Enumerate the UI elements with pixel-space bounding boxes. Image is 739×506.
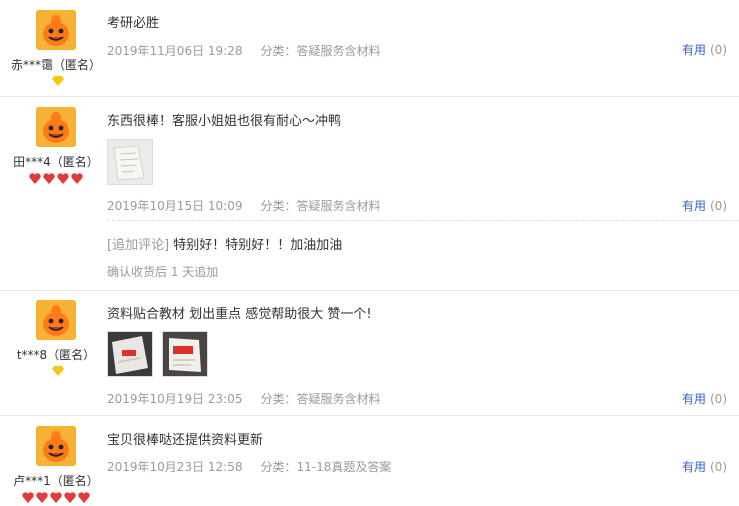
reviewer-name: 卢***1（匿名） bbox=[13, 474, 99, 488]
append-tag: [追加评论] bbox=[107, 238, 170, 253]
reviewer-name: 赤***霭（匿名） bbox=[10, 58, 101, 72]
diamond-icon bbox=[52, 76, 64, 86]
reviewer-name: t***8（匿名） bbox=[16, 348, 96, 362]
review-item: t***8（匿名） 资料贴合教材 划出重点 感觉帮助很大 赞一个! 2019年1… bbox=[0, 291, 739, 416]
append-divider bbox=[107, 220, 739, 221]
review-category: 分类：答疑服务含材料 bbox=[260, 392, 381, 406]
review-category: 分类：答疑服务含材料 bbox=[260, 44, 381, 58]
heart-icon bbox=[22, 492, 34, 503]
review-category: 分类：11-18真题及答案 bbox=[260, 460, 392, 474]
avatar[interactable] bbox=[36, 426, 76, 466]
append-review: [追加评论] 特别好！特别好！！加油加油 bbox=[107, 234, 342, 253]
mascot-icon bbox=[36, 10, 76, 50]
heart-icon bbox=[50, 492, 62, 503]
useful-count: (0) bbox=[710, 199, 727, 213]
useful-button[interactable]: 有用 (0) bbox=[682, 41, 727, 58]
review-text: 资料贴合教材 划出重点 感觉帮助很大 赞一个! bbox=[107, 307, 372, 322]
heart-icon bbox=[43, 173, 55, 184]
review-category: 分类：答疑服务含材料 bbox=[260, 199, 381, 213]
useful-label[interactable]: 有用 bbox=[682, 460, 706, 474]
useful-label[interactable]: 有用 bbox=[682, 392, 706, 406]
append-text: 特别好！特别好！！加油加油 bbox=[169, 238, 343, 253]
avatar[interactable] bbox=[36, 107, 76, 147]
useful-label[interactable]: 有用 bbox=[682, 199, 706, 213]
useful-button[interactable]: 有用 (0) bbox=[682, 197, 727, 214]
heart-icon bbox=[36, 492, 48, 503]
review-date: 2019年10月23日 12:58 bbox=[107, 460, 243, 474]
review-meta: 2019年10月19日 23:05 分类：答疑服务含材料 bbox=[107, 390, 381, 407]
review-date: 2019年10月19日 23:05 bbox=[107, 392, 243, 406]
buyer-level-badges bbox=[0, 76, 116, 86]
buyer-level-badges bbox=[0, 366, 116, 376]
useful-count: (0) bbox=[710, 460, 727, 474]
review-item: 田***4（匿名） 东西很棒！客服小姐姐也很有耐心～冲鸭 2019年10月15日… bbox=[0, 97, 739, 291]
review-date: 2019年11月06日 19:28 bbox=[107, 44, 243, 58]
review-photo-thumbnail[interactable] bbox=[107, 331, 153, 377]
useful-count: (0) bbox=[710, 392, 727, 406]
review-date: 2019年10月15日 10:09 bbox=[107, 199, 243, 213]
useful-count: (0) bbox=[710, 43, 727, 57]
heart-icon bbox=[57, 173, 69, 184]
review-text: 东西很棒！客服小姐姐也很有耐心～冲鸭 bbox=[107, 114, 342, 129]
avatar[interactable] bbox=[36, 300, 76, 340]
review-meta: 2019年10月23日 12:58 分类：11-18真题及答案 bbox=[107, 458, 391, 475]
review-item: 赤***霭（匿名） 考研必胜 2019年11月06日 19:28 分类：答疑服务含… bbox=[0, 0, 739, 97]
append-meta: 确认收货后 1 天追加 bbox=[107, 265, 219, 279]
diamond-icon bbox=[52, 366, 64, 376]
reviewer-name: 田***4（匿名） bbox=[13, 155, 99, 169]
buyer-level-badges bbox=[0, 173, 114, 184]
useful-label[interactable]: 有用 bbox=[682, 43, 706, 57]
mascot-icon bbox=[36, 107, 76, 147]
mascot-icon bbox=[36, 300, 76, 340]
review-text: 宝贝很棒哒还提供资料更新 bbox=[107, 433, 264, 448]
review-meta: 2019年11月06日 19:28 分类：答疑服务含材料 bbox=[107, 42, 381, 59]
heart-icon bbox=[71, 173, 83, 184]
useful-button[interactable]: 有用 (0) bbox=[682, 390, 727, 407]
buyer-level-badges bbox=[0, 492, 114, 503]
review-meta: 2019年10月15日 10:09 分类：答疑服务含材料 bbox=[107, 197, 381, 214]
avatar[interactable] bbox=[36, 10, 76, 50]
review-text: 考研必胜 bbox=[107, 16, 160, 31]
heart-icon bbox=[78, 492, 90, 503]
heart-icon bbox=[64, 492, 76, 503]
review-photo-thumbnail[interactable] bbox=[162, 331, 208, 377]
review-photo-thumbnail[interactable] bbox=[107, 139, 153, 185]
useful-button[interactable]: 有用 (0) bbox=[682, 458, 727, 475]
review-item: 卢***1（匿名） 宝贝很棒哒还提供资料更新 2019年10月23日 12:58… bbox=[0, 416, 739, 506]
mascot-icon bbox=[36, 426, 76, 466]
heart-icon bbox=[29, 173, 41, 184]
